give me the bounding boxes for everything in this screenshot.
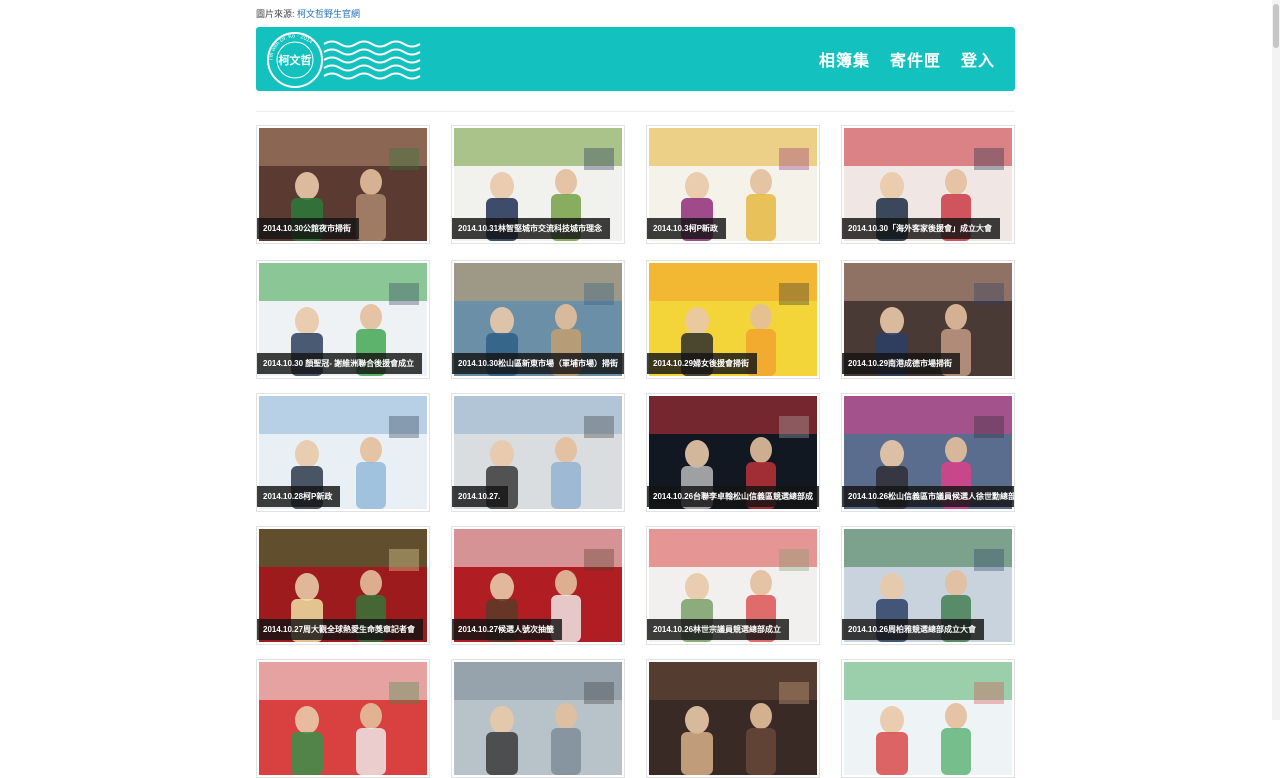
album-card[interactable]: 2014.10.28柯P新政 [256,393,430,512]
album-card[interactable]: 2014.10.27周大觀全球熱愛生命獎章記者會 [256,526,430,645]
image-source-label: 圖片來源: [256,9,295,19]
album-cover-photo [259,662,427,775]
album-card[interactable]: 2014.10.30松山區新東市場（軍埔市場）掃街 [451,260,625,379]
album-card[interactable] [646,659,820,778]
album-card[interactable]: 2014.10.27候選人號次抽籤 [451,526,625,645]
album-cover-photo [454,662,622,775]
main-nav: 相簿集 寄件匣 登入 [819,27,995,91]
album-caption[interactable]: 2014.10.30松山區新東市場（軍埔市場）掃街 [452,353,624,374]
album-caption[interactable]: 2014.10.26台聯李卓翰松山信義區競選總部成 [647,486,819,507]
nav-login[interactable]: 登入 [961,47,995,71]
album-caption[interactable]: 2014.10.30「海外客家後援會」成立大會 [842,218,1001,239]
album-card[interactable]: 2014.10.30公館夜市掃街 [256,125,430,244]
album-card[interactable]: 2014.10.26周柏雅競選總部成立大會 [841,526,1015,645]
album-caption[interactable]: 2014.10.29婦女後援會掃街 [647,353,758,374]
album-card[interactable]: 2014.10.30 顏聖冠- 謝維洲聯合後援會成立 [256,260,430,379]
album-caption[interactable]: 2014.10.28柯P新政 [257,486,341,507]
album-card[interactable]: 2014.10.27. [451,393,625,512]
album-caption[interactable]: 2014.10.30公館夜市掃街 [257,218,360,239]
album-caption[interactable]: 2014.10.27. [452,486,509,507]
album-card[interactable]: 2014.10.31林智堅城市交流科技城市理念 [451,125,625,244]
album-card[interactable] [451,659,625,778]
album-caption[interactable]: 2014.10.31林智堅城市交流科技城市理念 [452,218,611,239]
album-card[interactable] [256,659,430,778]
album-card[interactable]: 2014.10.3柯P新政 [646,125,820,244]
album-card[interactable] [841,659,1015,778]
postmark-logo[interactable]: I'm with Dr. Ko · 2014 · 柯文哲 [266,31,422,89]
image-source-line: 圖片來源: 柯文哲野生官網 [256,7,360,20]
page-scrollbar[interactable] [1272,0,1280,720]
album-caption[interactable]: 2014.10.26周柏雅競選總部成立大會 [842,619,985,640]
album-caption[interactable]: 2014.10.26松山信義區市議員候選人徐世勳總部 [842,486,1014,507]
nav-albums[interactable]: 相簿集 [819,47,870,71]
site-header: I'm with Dr. Ko · 2014 · 柯文哲 相簿集 寄件匣 登入 [256,27,1015,91]
album-card[interactable]: 2014.10.26松山信義區市議員候選人徐世勳總部 [841,393,1015,512]
album-card[interactable]: 2014.10.26台聯李卓翰松山信義區競選總部成 [646,393,820,512]
logo-text: 柯文哲 [279,53,312,67]
album-card[interactable]: 2014.10.29南港成德市場掃街 [841,260,1015,379]
album-caption[interactable]: 2014.10.3柯P新政 [647,218,726,239]
album-caption[interactable]: 2014.10.27候選人號次抽籤 [452,619,563,640]
scrollbar-thumb[interactable] [1273,4,1279,48]
album-cover-photo [649,662,817,775]
album-card[interactable]: 2014.10.29婦女後援會掃街 [646,260,820,379]
album-card[interactable]: 2014.10.30「海外客家後援會」成立大會 [841,125,1015,244]
image-source-link[interactable]: 柯文哲野生官網 [297,9,360,19]
album-caption[interactable]: 2014.10.29南港成德市場掃街 [842,353,961,374]
header-divider [256,111,1015,112]
album-caption[interactable]: 2014.10.30 顏聖冠- 謝維洲聯合後援會成立 [257,353,423,374]
album-cover-photo [844,662,1012,775]
album-caption[interactable]: 2014.10.26林世宗議員競選總部成立 [647,619,790,640]
album-caption[interactable]: 2014.10.27周大觀全球熱愛生命獎章記者會 [257,619,424,640]
nav-outbox[interactable]: 寄件匣 [890,47,941,71]
album-card[interactable]: 2014.10.26林世宗議員競選總部成立 [646,526,820,645]
